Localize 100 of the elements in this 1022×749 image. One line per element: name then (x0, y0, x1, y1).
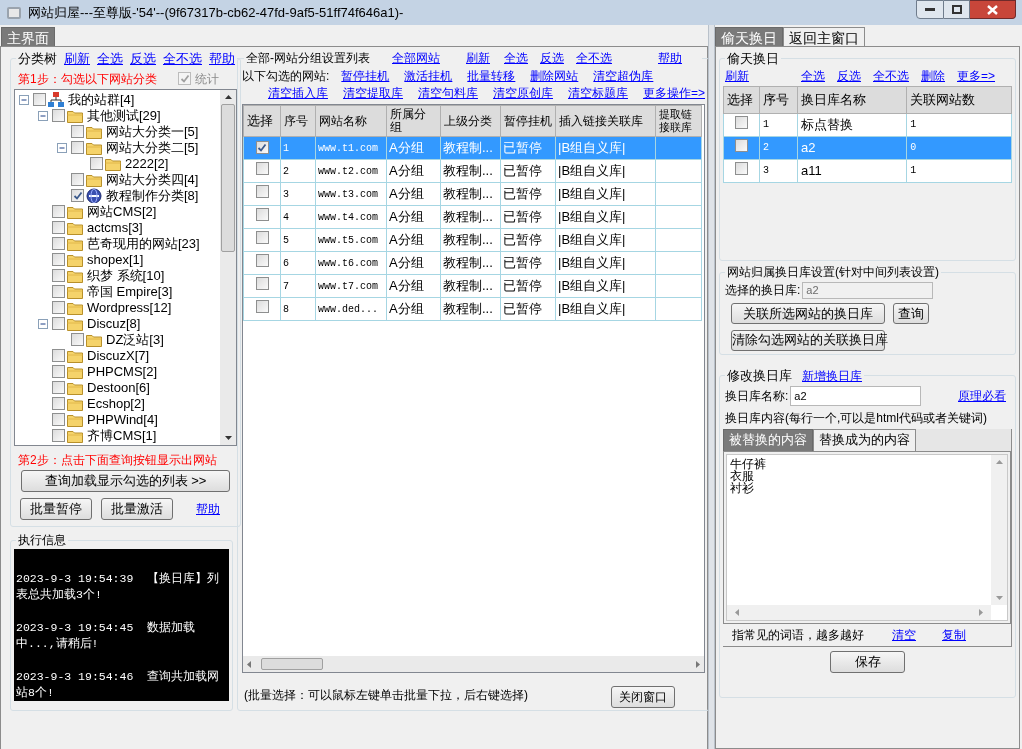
link[interactable]: 复制 (942, 625, 966, 644)
tree-item[interactable]: DiscuzX[7] (87, 345, 150, 366)
checkbox[interactable] (71, 333, 84, 346)
maximize-button[interactable] (944, 0, 970, 19)
tree-item[interactable]: shopex[1] (87, 249, 144, 270)
column-header[interactable]: 选择 (723, 86, 760, 113)
link[interactable]: 清空超伪库 (593, 66, 654, 85)
checkbox[interactable] (255, 185, 269, 198)
checkbox[interactable] (71, 125, 84, 138)
table-row[interactable]: 2 www.t2.com A分组 教程制... 已暂停 |B组自义库| (243, 159, 702, 183)
checkbox[interactable] (52, 397, 65, 410)
close-button[interactable] (970, 0, 1016, 19)
column-header[interactable]: 选择 (243, 105, 281, 137)
checkbox[interactable] (52, 109, 65, 122)
principle-link[interactable]: 原理必看 (958, 386, 1006, 405)
link[interactable]: 帮助 (658, 49, 682, 67)
link[interactable]: 反选 (130, 49, 156, 69)
link[interactable]: 删除网站 (530, 66, 579, 85)
column-header[interactable]: 网站名称 (315, 105, 387, 137)
checkbox[interactable] (255, 208, 269, 221)
column-header[interactable]: 序号 (280, 105, 316, 137)
link[interactable]: 全不选 (576, 49, 612, 67)
vertical-scrollbar[interactable] (991, 454, 1007, 605)
library-name-field[interactable]: a2 (790, 385, 922, 406)
checkbox[interactable] (52, 301, 65, 314)
batch-button[interactable]: 批量激活 (101, 497, 173, 520)
scrollbar-thumb[interactable] (261, 658, 323, 670)
link[interactable]: 更多=> (957, 67, 995, 85)
link[interactable]: 清空原创库 (493, 83, 553, 102)
save-button[interactable]: 保存 (830, 650, 905, 673)
checkbox[interactable] (735, 161, 748, 175)
table-row[interactable]: 1 标点替换 1 (723, 113, 1012, 136)
checkbox[interactable] (52, 429, 65, 442)
collapse-icon[interactable] (19, 94, 29, 105)
checkbox[interactable] (52, 269, 65, 282)
checkbox[interactable] (71, 173, 84, 186)
link[interactable]: 全选 (97, 49, 123, 69)
table-row[interactable]: 7 www.t7.com A分组 教程制... 已暂停 |B组自义库| (243, 274, 702, 298)
link[interactable]: 全不选 (873, 67, 909, 85)
checkbox[interactable] (71, 189, 84, 202)
link[interactable]: 新增换日库 (802, 366, 862, 385)
checkbox[interactable] (71, 141, 84, 154)
checkbox[interactable] (52, 285, 65, 298)
link[interactable]: 暂停挂机 (341, 66, 390, 85)
link[interactable]: 刷新 (64, 49, 90, 69)
table-row[interactable]: 8 www.ded... A分组 教程制... 已暂停 |B组自义库| (243, 297, 702, 321)
minimize-button[interactable] (916, 0, 944, 19)
tab[interactable]: 偷天换日 (715, 27, 783, 46)
load-list-button[interactable]: 查询加载显示勾选的列表 >> (21, 469, 230, 492)
tab[interactable]: 替换成为的内容 (813, 428, 916, 451)
tab[interactable]: 主界面 (1, 27, 55, 46)
checkbox[interactable] (52, 413, 65, 426)
checkbox[interactable] (52, 221, 65, 234)
query-button[interactable]: 查询 (893, 303, 929, 324)
vertical-scrollbar[interactable] (220, 89, 236, 445)
table-row[interactable]: 5 www.t5.com A分组 教程制... 已暂停 |B组自义库| (243, 228, 702, 252)
horizontal-scrollbar[interactable] (243, 656, 704, 672)
link[interactable]: 反选 (837, 67, 861, 85)
column-header[interactable]: 所属分组 (386, 105, 441, 137)
link[interactable]: 清空提取库 (343, 83, 403, 102)
tree-item[interactable]: 我的站群[4] (68, 89, 135, 110)
table-row[interactable]: 3 a11 1 (723, 159, 1012, 182)
checkbox[interactable] (90, 157, 103, 170)
table-row[interactable]: 3 www.t3.com A分组 教程制... 已暂停 |B组自义库| (243, 182, 702, 206)
collapse-icon[interactable] (57, 142, 67, 153)
link-library-button[interactable]: 关联所选网站的换日库 (731, 303, 885, 324)
table-row[interactable]: 6 www.t6.com A分组 教程制... 已暂停 |B组自义库| (243, 251, 702, 275)
batch-button[interactable]: 批量暂停 (20, 497, 92, 520)
link[interactable]: 激活挂机 (404, 66, 453, 85)
link[interactable]: 清空插入库 (268, 83, 328, 102)
column-header[interactable]: 上级分类 (440, 105, 501, 137)
checkbox[interactable] (52, 381, 65, 394)
checkbox[interactable] (52, 205, 65, 218)
column-header[interactable]: 插入链接关联库 (555, 105, 656, 137)
checkbox[interactable] (255, 277, 269, 290)
checkbox[interactable] (52, 365, 65, 378)
checkbox[interactable] (255, 141, 269, 154)
link[interactable]: 清空 (892, 625, 916, 644)
close-window-button[interactable]: 关闭窗口 (611, 686, 675, 708)
link[interactable]: 批量转移 (467, 66, 516, 85)
table-row[interactable]: 4 www.t4.com A分组 教程制... 已暂停 |B组自义库| (243, 205, 702, 229)
content-text-area[interactable]: 牛仔裤 衣服 衬衫 (726, 453, 1008, 621)
tab[interactable]: 返回主窗口 (783, 27, 865, 46)
collapse-icon[interactable] (38, 110, 48, 121)
tree-item[interactable]: 2222[2] (125, 153, 169, 174)
link[interactable]: 全不选 (163, 49, 202, 69)
checkbox[interactable] (255, 231, 269, 244)
collapse-icon[interactable] (38, 318, 48, 329)
link[interactable]: 清空标题库 (568, 83, 628, 102)
column-header[interactable]: 暂停挂机 (500, 105, 556, 137)
column-header[interactable]: 提取链接联库 (655, 105, 702, 137)
link[interactable]: 全选 (801, 67, 825, 85)
checkbox[interactable] (52, 317, 65, 330)
link[interactable]: 全选 (504, 49, 528, 67)
column-header[interactable]: 序号 (759, 86, 798, 113)
checkbox[interactable] (52, 253, 65, 266)
link[interactable]: 刷新 (466, 49, 490, 67)
tab[interactable]: 被替换的内容 (723, 428, 813, 451)
link[interactable]: 删除 (921, 67, 945, 85)
checkbox[interactable] (33, 93, 46, 106)
